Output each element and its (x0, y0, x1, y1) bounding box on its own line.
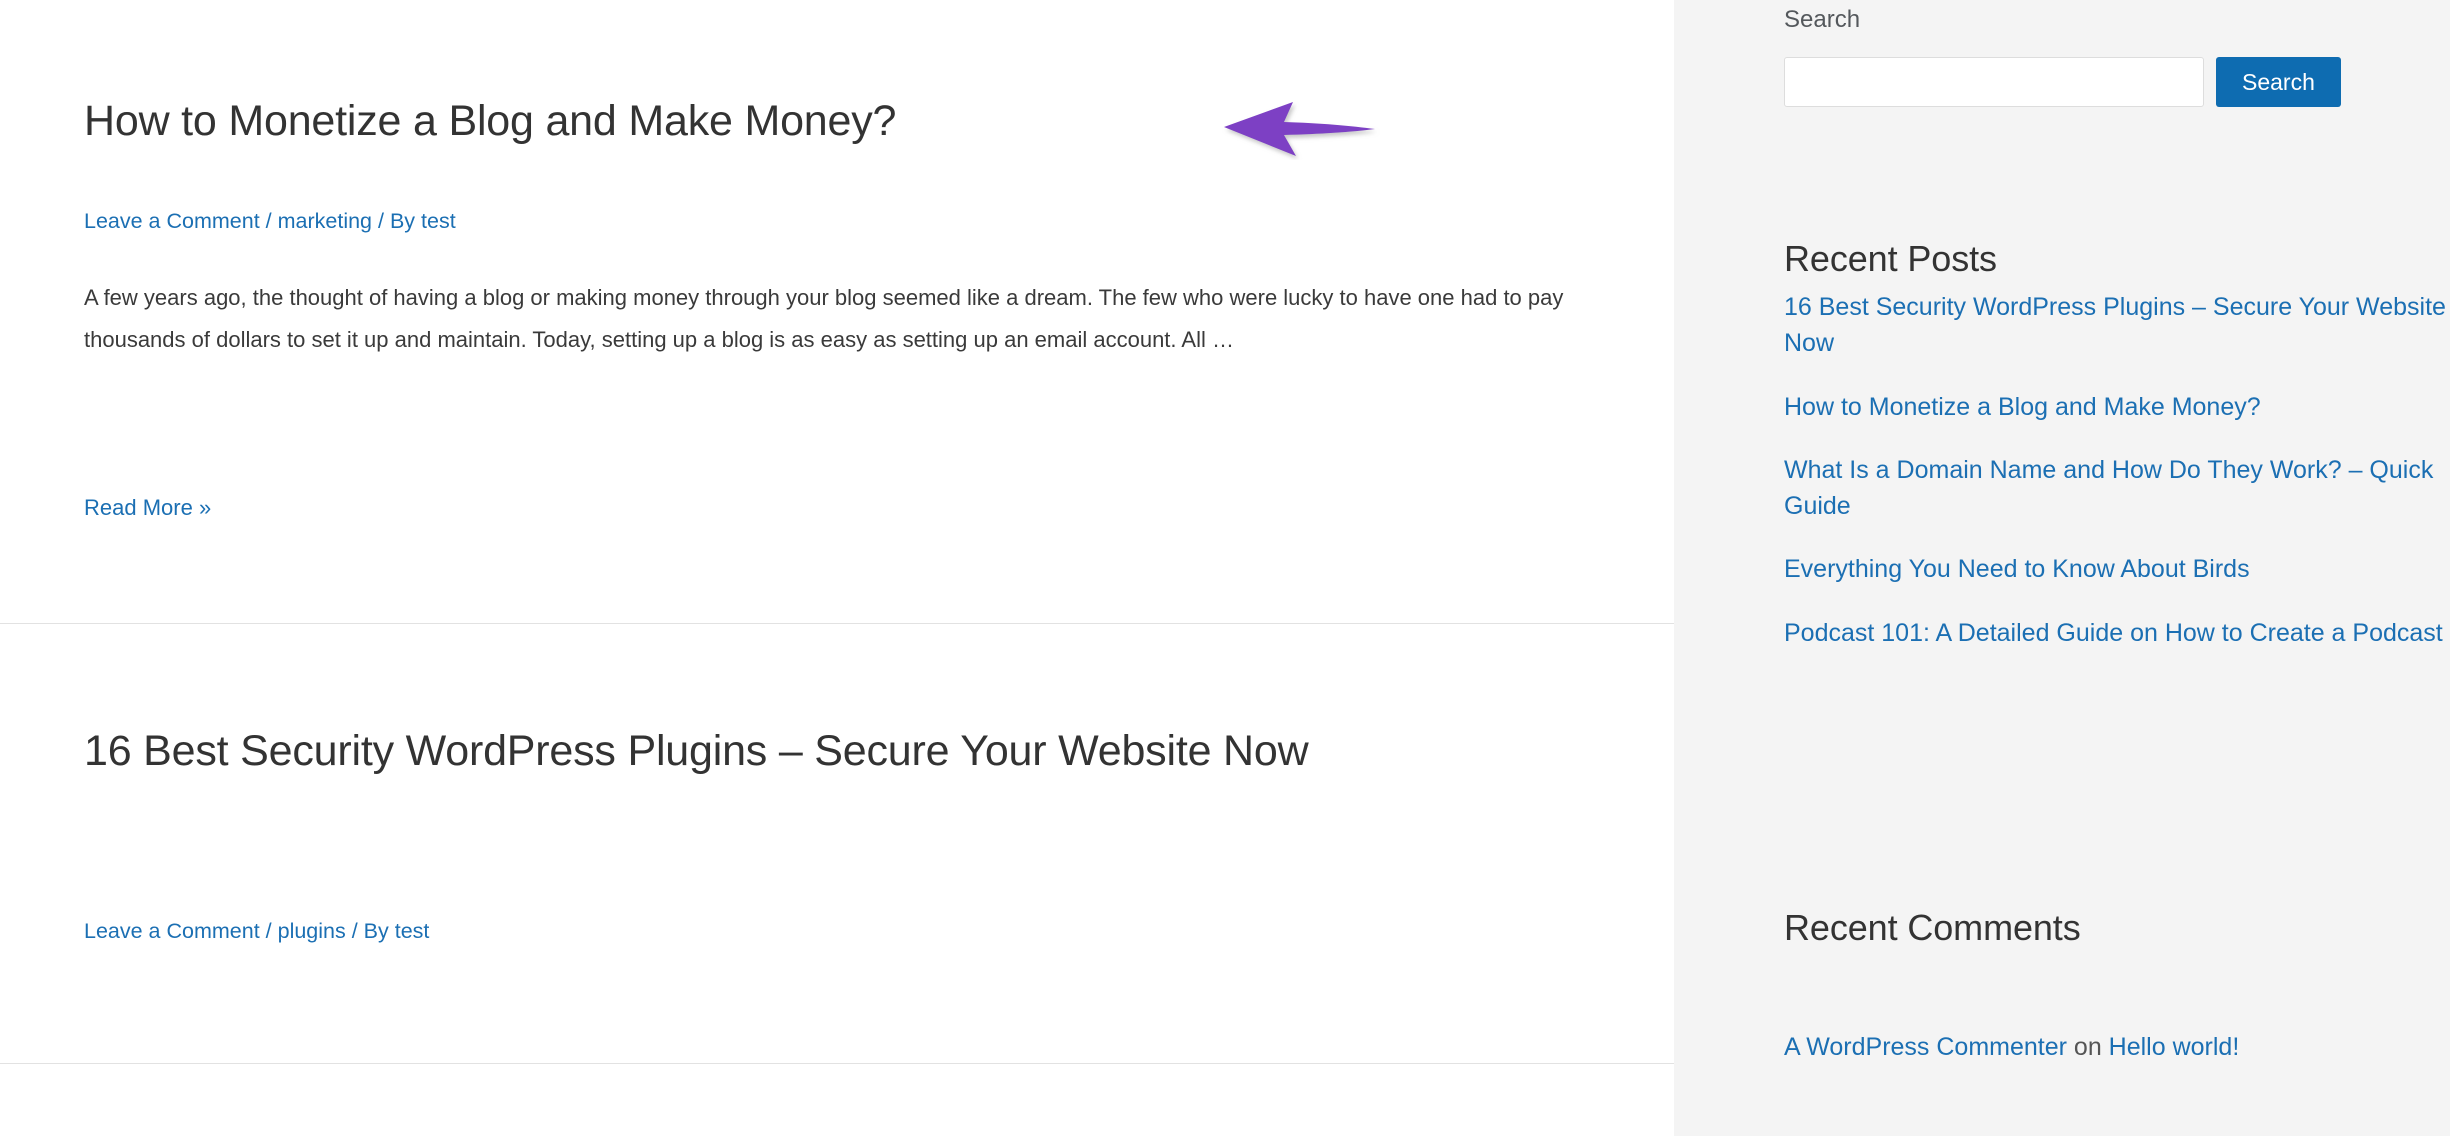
article-meta: Leave a Comment / plugins / By test (84, 915, 429, 947)
article-2: 16 Best Security WordPress Plugins – Sec… (84, 726, 1444, 777)
article-title[interactable]: 16 Best Security WordPress Plugins – Sec… (84, 726, 1444, 777)
meta-separator: / (372, 209, 390, 233)
by-prefix: By (363, 919, 395, 943)
article-1: How to Monetize a Blog and Make Money? (84, 96, 896, 147)
category-link[interactable]: plugins (278, 919, 346, 943)
list-item: How to Monetize a Blog and Make Money? (1784, 389, 2450, 425)
recent-comments-heading: Recent Comments (1784, 907, 2081, 948)
recent-post-link[interactable]: Podcast 101: A Detailed Guide on How to … (1784, 619, 2443, 647)
read-more-link[interactable]: Read More » (84, 495, 211, 521)
search-widget: Search (1784, 57, 2341, 107)
recent-post-link[interactable]: How to Monetize a Blog and Make Money? (1784, 393, 2261, 421)
meta-separator: / (345, 919, 364, 943)
search-input[interactable] (1784, 57, 2204, 107)
comment-connector: on (2066, 1033, 2109, 1061)
comment-author-link[interactable]: A WordPress Commenter (1784, 1033, 2067, 1061)
author-link[interactable]: test (421, 209, 456, 233)
list-item: 16 Best Security WordPress Plugins – Sec… (1784, 289, 2450, 362)
category-link[interactable]: marketing (278, 209, 372, 233)
author-link[interactable]: test (395, 919, 430, 943)
recent-comment-item: A WordPress Commenter on Hello world! (1784, 1029, 2450, 1065)
list-item: Podcast 101: A Detailed Guide on How to … (1784, 615, 2450, 651)
search-widget-label: Search (1784, 6, 1861, 33)
article-title[interactable]: How to Monetize a Blog and Make Money? (84, 96, 896, 147)
recent-posts-list: 16 Best Security WordPress Plugins – Sec… (1784, 289, 2450, 651)
meta-separator: / (259, 919, 278, 943)
list-item: What Is a Domain Name and How Do They Wo… (1784, 452, 2450, 525)
recent-post-link[interactable]: What Is a Domain Name and How Do They Wo… (1784, 456, 2433, 520)
recent-post-link[interactable]: 16 Best Security WordPress Plugins – Sec… (1784, 293, 2446, 357)
page-root: How to Monetize a Blog and Make Money? L… (0, 0, 2450, 1136)
main-content-column: How to Monetize a Blog and Make Money? L… (0, 0, 1674, 1136)
by-prefix: By (389, 209, 422, 233)
leave-a-comment-link[interactable]: Leave a Comment (84, 919, 260, 943)
article-divider (0, 1063, 1674, 1064)
annotation-arrow-left-icon (1220, 96, 1380, 160)
article-meta: Leave a Comment / marketing / By test (84, 205, 456, 237)
recent-post-link[interactable]: Everything You Need to Know About Birds (1784, 555, 2250, 583)
article-excerpt: A few years ago, the thought of having a… (84, 285, 1564, 353)
comment-post-link[interactable]: Hello world! (2109, 1033, 2240, 1061)
meta-separator: / (259, 209, 278, 233)
leave-a-comment-link[interactable]: Leave a Comment (84, 209, 260, 233)
sidebar: Search Search Recent Posts 16 Best Secur… (1674, 0, 2450, 1136)
search-button[interactable]: Search (2216, 57, 2341, 107)
recent-posts-heading: Recent Posts (1784, 238, 1997, 279)
list-item: Everything You Need to Know About Birds (1784, 551, 2450, 587)
article-divider (0, 623, 1674, 624)
